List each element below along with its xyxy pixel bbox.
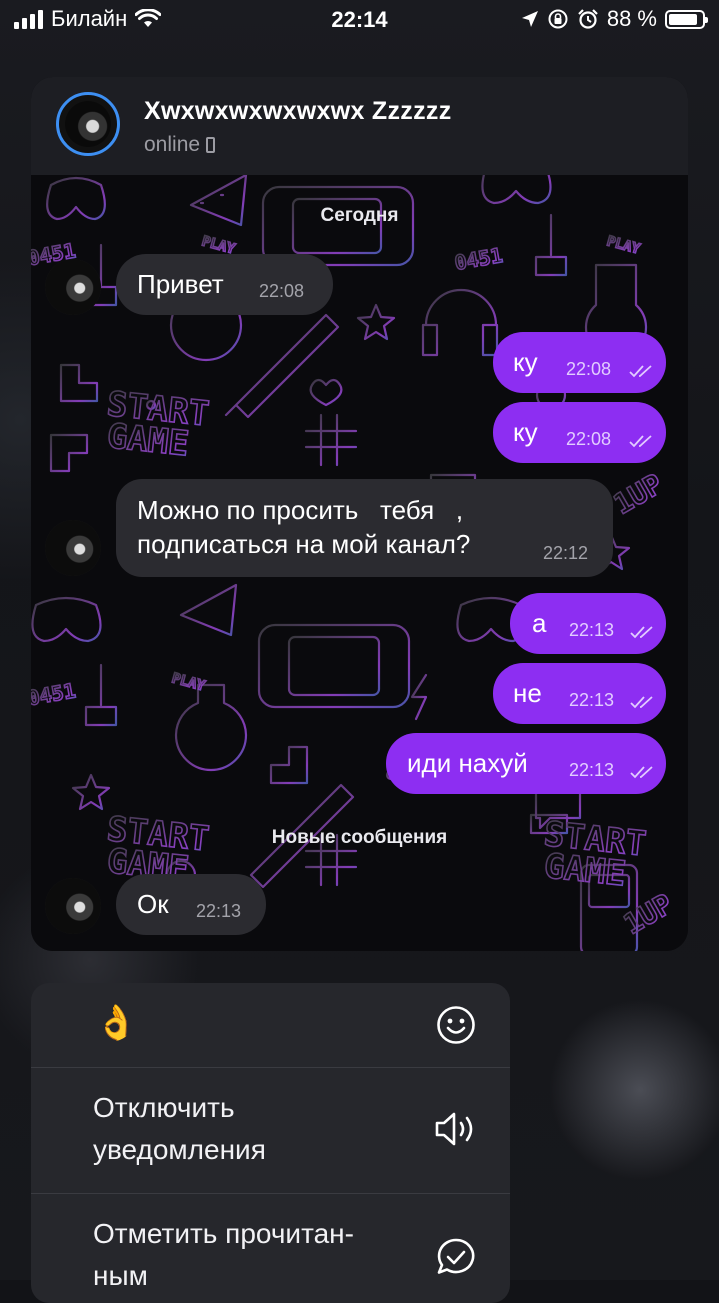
location-arrow-icon	[521, 11, 538, 27]
menu-item-label: Отметить прочитан- ным	[93, 1218, 354, 1291]
message-outgoing[interactable]: ку 22:08	[493, 332, 666, 393]
new-messages-separator: Новые сообщения	[271, 827, 448, 848]
wallpaper-text-game-3: GAME	[542, 846, 628, 894]
wallpaper-text-game: GAME	[105, 416, 191, 464]
wallpaper-text-0451-3: 0451	[31, 678, 77, 710]
smiley-face-icon[interactable]	[436, 1005, 476, 1045]
message-time: 22:13	[569, 620, 615, 640]
sender-avatar[interactable]	[45, 520, 101, 576]
message-text: Ок	[137, 889, 169, 919]
message-outgoing[interactable]: ку 22:08	[493, 402, 666, 463]
message-outgoing[interactable]: не 22:13	[493, 663, 666, 724]
mobile-device-icon	[206, 137, 216, 153]
wallpaper-text-1up: 1UP	[608, 467, 668, 521]
message-time: 22:13	[569, 760, 615, 780]
wallpaper-text-play-3: PLAY	[170, 670, 207, 694]
date-separator: Сегодня	[320, 205, 399, 226]
message-time: 22:08	[259, 281, 305, 301]
message-time: 22:12	[543, 543, 589, 563]
battery-icon	[665, 9, 708, 29]
status-bar: Билайн 22:14 88 %	[0, 0, 719, 40]
context-menu: 👌 Отключить уведомления Отметить прочита…	[31, 983, 510, 1303]
message-text: не	[513, 678, 542, 708]
message-text: ку	[513, 417, 538, 447]
contact-status: online	[144, 133, 216, 157]
message-text: ку	[513, 347, 538, 377]
wallpaper-text-0451: 0451	[453, 243, 505, 275]
message-outgoing[interactable]: а 22:13	[510, 593, 666, 654]
read-checkmarks-icon	[629, 435, 652, 448]
message-incoming[interactable]: Можно по просить тебя , подписаться на м…	[116, 479, 613, 577]
orientation-lock-icon	[548, 9, 568, 29]
sender-avatar[interactable]	[45, 878, 101, 934]
read-check-icon	[437, 1238, 475, 1274]
sender-avatar[interactable]	[45, 259, 101, 315]
speaker-icon	[435, 1112, 473, 1146]
menu-item-label: Отключить уведомления	[93, 1092, 266, 1165]
message-text: а	[532, 608, 547, 638]
chat-preview-card[interactable]: Xwxwxwxwxwxwx Zzzzzz online START GAME S…	[31, 77, 688, 951]
message-text: Привет	[137, 269, 224, 299]
message-outgoing[interactable]: иди нахуй 22:13	[386, 733, 666, 794]
reaction-row: 👌	[31, 983, 510, 1068]
message-time: 22:08	[566, 359, 612, 379]
read-checkmarks-icon	[630, 626, 653, 639]
read-checkmarks-icon	[629, 365, 652, 378]
contact-name: Xwxwxwxwxwxwx Zzzzzz	[144, 97, 452, 125]
ok-hand-reaction[interactable]: 👌	[95, 1003, 137, 1043]
message-time: 22:13	[196, 901, 242, 921]
battery-percent: 88 %	[606, 6, 657, 31]
message-time: 22:08	[566, 429, 612, 449]
message-text: иди нахуй	[407, 748, 528, 778]
message-time: 22:13	[569, 690, 615, 710]
menu-item-mute-notifications[interactable]: Отключить уведомления	[31, 1067, 510, 1194]
message-incoming[interactable]: Привет 22:08	[116, 254, 333, 315]
message-list[interactable]: START GAME START GAME START GAME PLAY PL…	[31, 175, 688, 951]
chat-header[interactable]: Xwxwxwxwxwxwx Zzzzzz online	[31, 77, 688, 175]
contact-avatar[interactable]	[56, 92, 120, 156]
alarm-icon	[578, 9, 598, 29]
contact-status-text: online	[144, 133, 201, 156]
read-checkmarks-icon	[630, 766, 653, 779]
read-checkmarks-icon	[630, 696, 653, 709]
wallpaper-text-play-2: PLAY	[605, 233, 642, 257]
message-incoming[interactable]: Ок 22:13	[116, 874, 266, 935]
message-text: Можно по просить тебя , подписаться на м…	[137, 495, 471, 559]
wallpaper-text-1up-2: 1UP	[618, 887, 678, 941]
menu-item-mark-as-read[interactable]: Отметить прочитан- ным	[31, 1193, 510, 1303]
